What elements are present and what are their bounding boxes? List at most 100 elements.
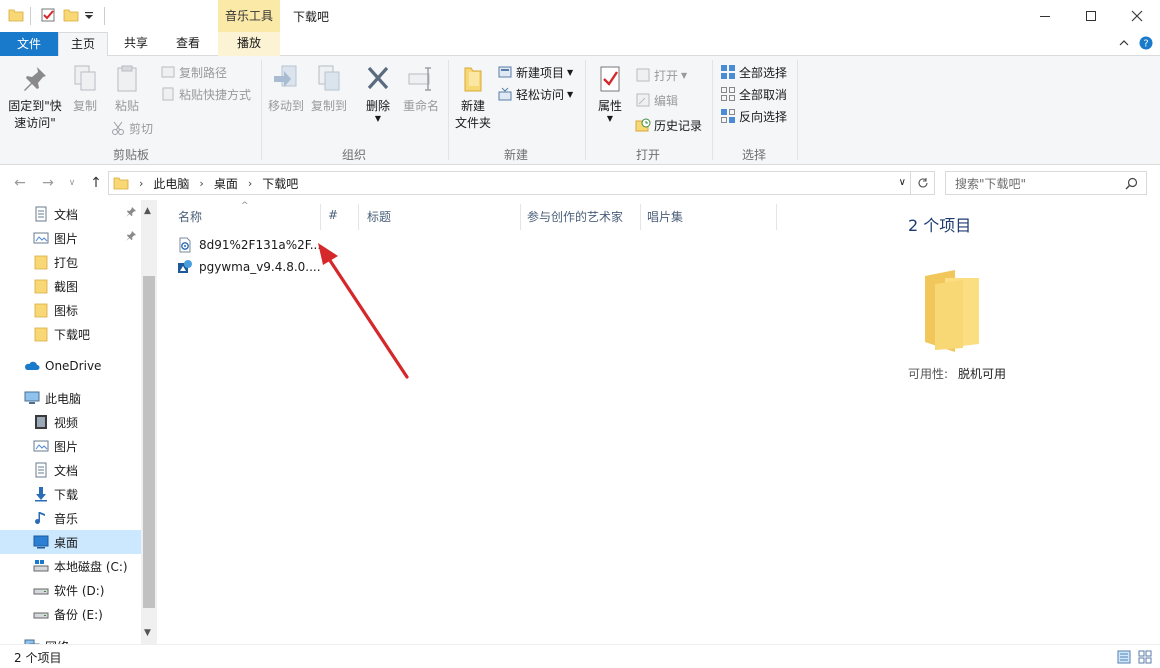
breadcrumb-current[interactable]: 下载吧 — [262, 175, 298, 192]
nav-item-documents-pc[interactable]: 文档 — [0, 458, 141, 482]
details-view-icon[interactable] — [1117, 650, 1131, 664]
nav-item-downloads[interactable]: 下载 — [0, 482, 141, 506]
new-group-label: 新建 — [503, 148, 528, 162]
drive-icon — [33, 558, 49, 574]
nav-item-onedrive[interactable]: OneDrive — [0, 354, 141, 378]
music-tools-context-label: 音乐工具 — [218, 0, 280, 32]
properties-button[interactable]: 属性 ▼ — [590, 64, 630, 123]
select-all-label: 全部选择 — [739, 65, 788, 80]
minimize-button[interactable] — [1022, 0, 1068, 32]
paste-button[interactable]: 粘贴 — [108, 64, 146, 115]
nav-item-label: 文档 — [54, 207, 79, 222]
search-icon[interactable] — [1125, 177, 1138, 190]
nav-item-xiazaiba[interactable]: 下载吧 — [0, 322, 141, 346]
history-label: 历史记录 — [654, 118, 703, 133]
ribbon-tabs: 文件 主页 共享 查看 播放 ? — [0, 32, 1160, 57]
pin-icon[interactable] — [125, 206, 137, 218]
copy-button[interactable]: 复制 — [66, 64, 104, 115]
nav-scrollbar-thumb[interactable] — [143, 276, 155, 608]
tab-share[interactable]: 共享 — [112, 32, 160, 56]
breadcrumb-this-pc[interactable]: 此电脑 — [153, 175, 189, 192]
title-bar: 音乐工具 下载吧 — [0, 0, 1160, 32]
up-arrow-icon[interactable]: ↑ — [88, 175, 104, 191]
nav-item-label: 文档 — [54, 463, 79, 478]
open-button[interactable]: 打开 ▼ — [635, 65, 687, 85]
address-bar[interactable]: › 此电脑 › 桌面 › 下载吧 ∨ — [108, 171, 911, 195]
pin-icon[interactable] — [125, 230, 137, 242]
breadcrumb-desktop[interactable]: 桌面 — [214, 175, 238, 192]
nav-item-pictures[interactable]: 图片 — [0, 434, 141, 458]
new-folder-icon[interactable] — [63, 7, 79, 23]
nav-item-pictures-quick[interactable]: 图片 — [0, 226, 141, 250]
divider — [30, 7, 31, 25]
nav-item-tubiao[interactable]: 图标 — [0, 298, 141, 322]
tab-play[interactable]: 播放 — [218, 32, 280, 56]
nav-item-videos[interactable]: 视频 — [0, 410, 141, 434]
nav-item-drive-e[interactable]: 备份 (E:) — [0, 602, 141, 626]
nav-item-this-pc[interactable]: 此电脑 — [0, 386, 141, 410]
document-icon — [33, 206, 49, 222]
delete-button[interactable]: 删除 ▼ — [360, 64, 396, 123]
copy-to-button[interactable]: 复制到 — [308, 64, 350, 115]
nav-item-network[interactable]: 网络 — [0, 634, 141, 644]
properties-check-icon[interactable] — [40, 7, 56, 23]
copy-path-button[interactable]: 复制路径 — [160, 62, 227, 82]
copy-icon — [71, 64, 99, 94]
refresh-button[interactable] — [911, 171, 935, 195]
recent-locations-icon[interactable]: ∨ — [64, 175, 80, 191]
new-item-button[interactable]: 新建项目 ▼ — [497, 62, 573, 82]
collapse-ribbon-icon[interactable] — [1118, 37, 1130, 49]
select-all-button[interactable]: 全部选择 — [720, 62, 787, 82]
new-folder-button[interactable]: 新建 文件夹 — [452, 64, 494, 132]
invert-selection-label: 反向选择 — [739, 109, 788, 124]
group-separator — [797, 60, 798, 160]
history-button[interactable]: 历史记录 — [635, 115, 702, 135]
svg-text:?: ? — [1143, 39, 1148, 50]
search-input[interactable]: 搜索"下载吧" — [945, 171, 1147, 195]
customize-toolbar-icon[interactable] — [84, 7, 94, 23]
chevron-right-icon: › — [199, 176, 204, 190]
move-to-icon — [272, 64, 300, 94]
move-to-button[interactable]: 移动到 — [266, 64, 306, 115]
select-all-icon — [720, 64, 736, 80]
history-icon — [635, 117, 651, 133]
rename-button[interactable]: 重命名 — [400, 64, 442, 115]
tab-view[interactable]: 查看 — [164, 32, 212, 56]
invert-selection-button[interactable]: 反向选择 — [720, 106, 787, 126]
tab-file[interactable]: 文件 — [0, 32, 58, 56]
folder-icon — [33, 326, 49, 342]
nav-item-dabao[interactable]: 打包 — [0, 250, 141, 274]
tab-home[interactable]: 主页 — [58, 32, 108, 57]
help-icon[interactable]: ? — [1139, 36, 1153, 50]
edit-button[interactable]: 编辑 — [635, 90, 678, 110]
scroll-up-icon[interactable]: ▲ — [144, 206, 151, 216]
close-button[interactable] — [1114, 0, 1160, 32]
nav-item-drive-c[interactable]: 本地磁盘 (C:) — [0, 554, 141, 578]
scroll-down-icon[interactable]: ▼ — [144, 628, 151, 638]
nav-item-documents[interactable]: 文档 — [0, 202, 141, 226]
edit-icon — [635, 92, 651, 108]
onedrive-icon — [24, 358, 40, 374]
nav-item-music[interactable]: 音乐 — [0, 506, 141, 530]
select-none-button[interactable]: 全部取消 — [720, 84, 787, 104]
forward-arrow-icon[interactable]: → — [40, 175, 56, 191]
nav-item-jietu[interactable]: 截图 — [0, 274, 141, 298]
nav-item-label: 音乐 — [54, 511, 79, 526]
paste-shortcut-button[interactable]: 粘贴快捷方式 — [160, 84, 251, 104]
folder-icon — [33, 254, 49, 270]
details-pane: 2 个项目 可用性: 脱机可用 — [885, 200, 1160, 644]
large-icons-view-icon[interactable] — [1138, 650, 1152, 664]
pin-quick-access-button[interactable]: 固定到"快 速访问" — [4, 64, 66, 132]
maximize-button[interactable] — [1068, 0, 1114, 32]
nav-item-drive-d[interactable]: 软件 (D:) — [0, 578, 141, 602]
refresh-icon — [917, 178, 928, 188]
easy-access-button[interactable]: 轻松访问 ▼ — [497, 84, 573, 104]
address-dropdown-icon[interactable]: ∨ — [899, 177, 906, 188]
back-arrow-icon[interactable]: ← — [12, 175, 28, 191]
availability-label: 可用性: — [908, 367, 949, 381]
nav-item-desktop[interactable]: 桌面 — [0, 530, 141, 554]
invert-selection-icon — [720, 108, 736, 124]
group-separator — [261, 60, 262, 160]
cut-button[interactable]: 剪切 — [110, 118, 153, 138]
nav-item-label: 打包 — [54, 255, 79, 270]
